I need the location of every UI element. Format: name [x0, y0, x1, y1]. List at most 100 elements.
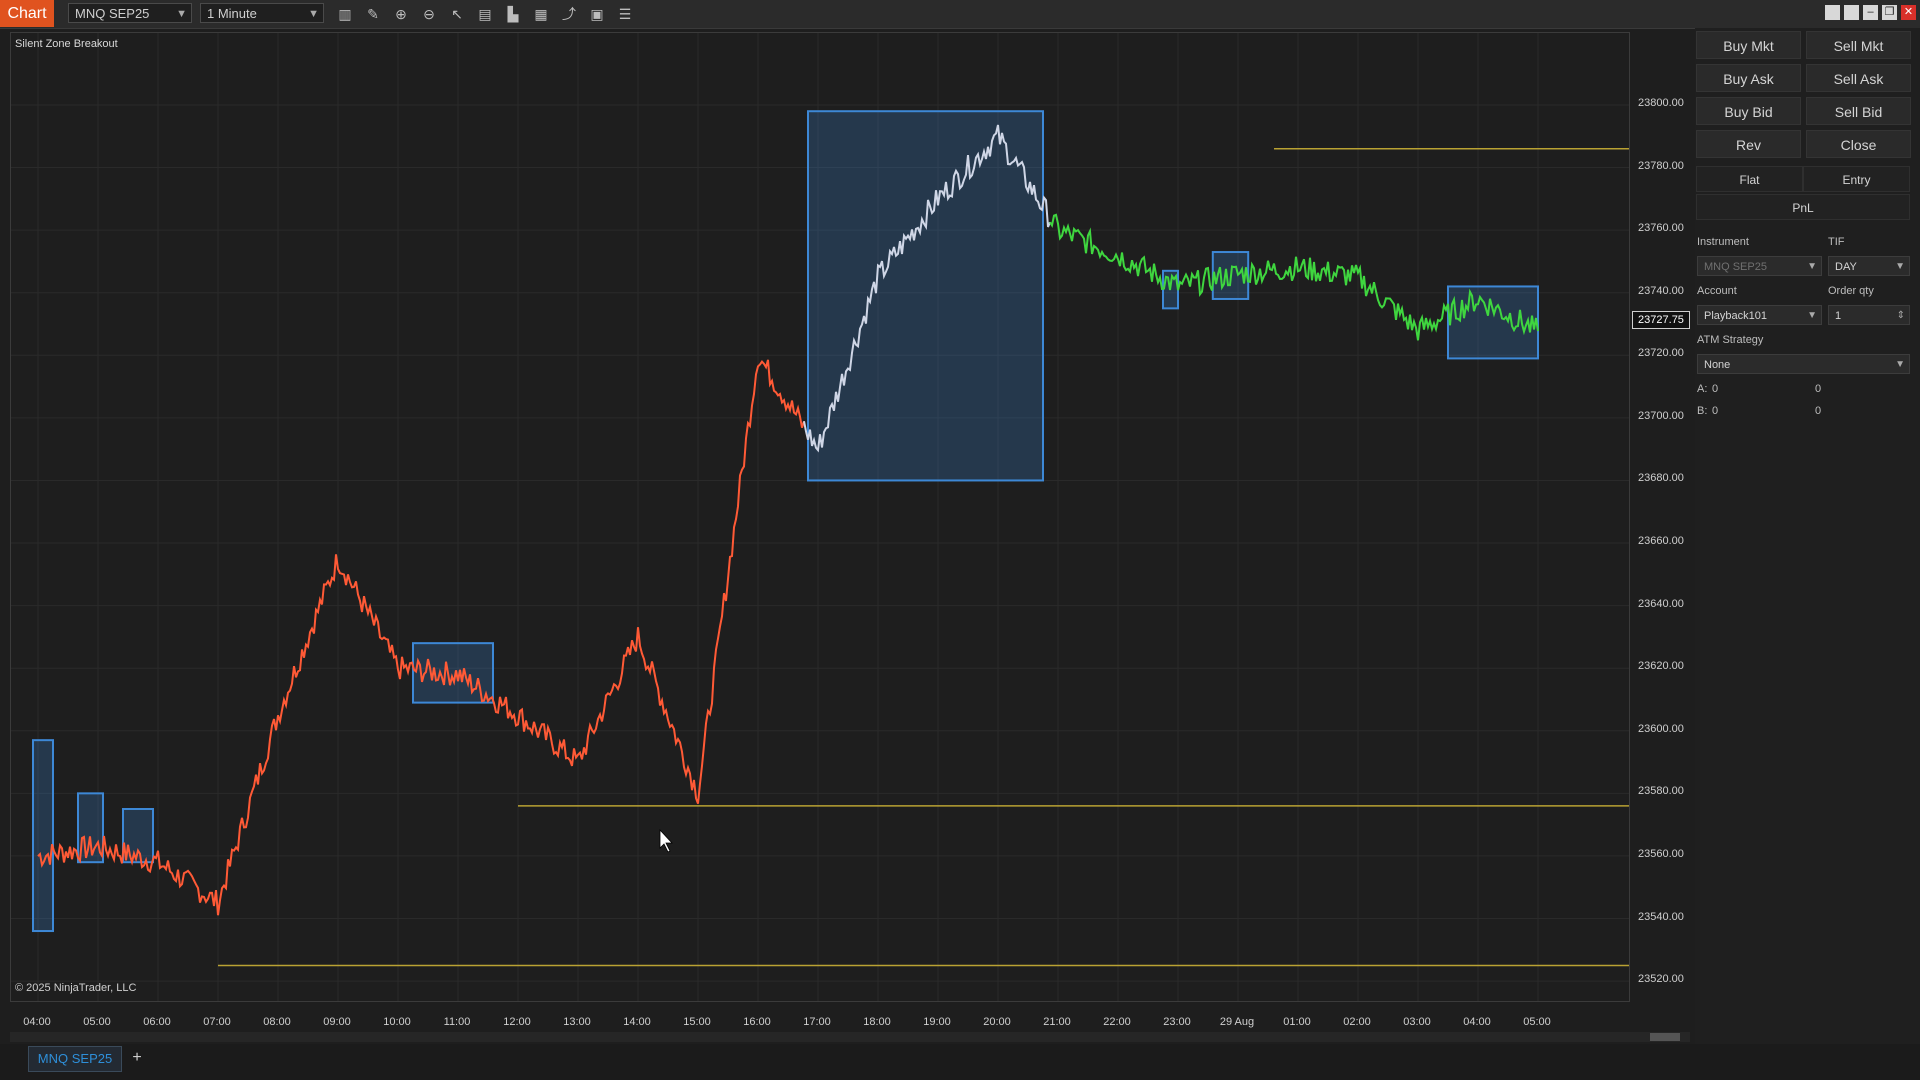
price-axis-label: 23720.00 — [1638, 347, 1684, 360]
buy-ask-button[interactable]: Buy Ask — [1696, 64, 1801, 92]
price-axis-label: 23560.00 — [1638, 847, 1684, 860]
price-axis-label: 23600.00 — [1638, 722, 1684, 735]
bar-type-icon[interactable]: ▥ — [335, 4, 355, 24]
time-axis-label: 05:00 — [83, 1016, 111, 1028]
instrument-tab[interactable]: MNQ SEP25 — [28, 1046, 122, 1072]
add-tab-button[interactable]: + — [126, 1046, 148, 1070]
sell-bid-button[interactable]: Sell Bid — [1806, 97, 1911, 125]
chevron-down-icon: ▼ — [1807, 310, 1817, 321]
scrollbar-thumb[interactable] — [1650, 1033, 1680, 1041]
time-axis-label: 04:00 — [1463, 1016, 1491, 1028]
copyright-text: © 2025 NinjaTrader, LLC — [15, 982, 137, 994]
zone-box — [807, 110, 1044, 482]
price-axis-label: 23700.00 — [1638, 409, 1684, 422]
account-select[interactable]: Playback101 ▼ — [1697, 305, 1822, 325]
time-axis-label: 07:00 — [203, 1016, 231, 1028]
time-axis-label: 06:00 — [143, 1016, 171, 1028]
sell-market-button[interactable]: Sell Mkt — [1806, 31, 1911, 59]
zone-box — [32, 739, 54, 933]
chart-toolbar: Chart MNQ SEP25 ▼ 1 Minute ▼ ▥ ✎ ⊕ ⊖ ↖ ▤… — [0, 0, 1920, 29]
time-axis-label: 05:00 — [1523, 1016, 1551, 1028]
order-qty-input[interactable]: 1 ⇕ — [1828, 305, 1910, 325]
time-axis-label: 22:00 — [1103, 1016, 1131, 1028]
strategy-title: Silent Zone Breakout — [15, 38, 118, 50]
time-axis-label: 02:00 — [1343, 1016, 1371, 1028]
close-icon[interactable]: ✕ — [1901, 5, 1916, 20]
pointer-icon[interactable]: ↖ — [447, 4, 467, 24]
mouse-cursor-icon — [659, 828, 673, 853]
instrument-field-value: MNQ SEP25 — [1704, 261, 1767, 273]
instrument-selector[interactable]: MNQ SEP25 ▼ — [68, 3, 192, 23]
properties-icon[interactable]: ▙ — [503, 4, 523, 24]
draw-tool-icon[interactable]: ✎ — [363, 4, 383, 24]
price-axis[interactable]: 23800.00 23780.00 23760.00 23740.00 23720.00… — [1630, 32, 1690, 1002]
indicators-icon[interactable]: ▦ — [531, 4, 551, 24]
close-position-button[interactable]: Close — [1806, 130, 1911, 158]
zone-box — [1447, 285, 1539, 360]
atm-strategy-select[interactable]: None ▼ — [1697, 354, 1910, 374]
price-axis-label: 23580.00 — [1638, 785, 1684, 798]
order-qty-value: 1 — [1835, 310, 1842, 322]
order-qty-label: Order qty — [1828, 285, 1874, 297]
time-axis-label: 16:00 — [743, 1016, 771, 1028]
instrument-field[interactable]: MNQ SEP25 ▼ — [1697, 256, 1822, 276]
account-label: Account — [1697, 285, 1737, 297]
buy-market-button[interactable]: Buy Mkt — [1696, 31, 1801, 59]
price-axis-label: 23760.00 — [1638, 222, 1684, 235]
toolbar-icons: ▥ ✎ ⊕ ⊖ ↖ ▤ ▙ ▦ ⤴ ▣ ☰ — [335, 4, 635, 24]
price-chart[interactable] — [10, 32, 1630, 1002]
time-axis-label: 18:00 — [863, 1016, 891, 1028]
time-axis-label: 08:00 — [263, 1016, 291, 1028]
time-axis-label: 11:00 — [443, 1016, 471, 1028]
time-axis-label: 14:00 — [623, 1016, 651, 1028]
interval-selector-label: 1 Minute — [207, 6, 257, 21]
tile-icon[interactable] — [1825, 5, 1840, 20]
price-axis-label: 23640.00 — [1638, 597, 1684, 610]
workspace-icon[interactable] — [1844, 5, 1859, 20]
time-axis-label: 19:00 — [923, 1016, 951, 1028]
interval-selector[interactable]: 1 Minute ▼ — [200, 3, 324, 23]
price-axis-label: 23620.00 — [1638, 660, 1684, 673]
list-icon[interactable]: ☰ — [615, 4, 635, 24]
zoom-in-icon[interactable]: ⊕ — [391, 4, 411, 24]
a-value: 0 — [1712, 383, 1719, 395]
qty-stepper-icon[interactable]: ⇕ — [1897, 306, 1905, 326]
chart-scrollbar[interactable] — [10, 1032, 1690, 1042]
position-status: Flat — [1696, 166, 1803, 192]
time-axis-label: 09:00 — [323, 1016, 351, 1028]
strategies-icon[interactable]: ⤴ — [559, 4, 579, 24]
buy-bid-button[interactable]: Buy Bid — [1696, 97, 1801, 125]
sell-ask-button[interactable]: Sell Ask — [1806, 64, 1911, 92]
price-axis-label: 23800.00 — [1638, 96, 1684, 109]
time-axis-label: 15:00 — [683, 1016, 711, 1028]
data-box-icon[interactable]: ▤ — [475, 4, 495, 24]
chevron-down-icon: ▼ — [1807, 261, 1817, 272]
time-axis-label: 10:00 — [383, 1016, 411, 1028]
pnl-display: PnL — [1696, 194, 1910, 220]
entry-price: Entry — [1803, 166, 1910, 192]
price-axis-label: 23520.00 — [1638, 973, 1684, 986]
time-axis-label: 03:00 — [1403, 1016, 1431, 1028]
zoom-out-icon[interactable]: ⊖ — [419, 4, 439, 24]
tif-select-value: DAY — [1835, 261, 1857, 273]
a-value-2: 0 — [1815, 383, 1822, 395]
tif-select[interactable]: DAY ▼ — [1828, 256, 1910, 276]
time-axis-label: 04:00 — [23, 1016, 51, 1028]
window-controls: – ❐ ✕ — [1825, 5, 1916, 20]
account-select-value: Playback101 — [1704, 310, 1767, 322]
chart-tab[interactable]: Chart — [0, 0, 54, 27]
time-axis-label: 20:00 — [983, 1016, 1011, 1028]
time-axis-label: 21:00 — [1043, 1016, 1071, 1028]
price-axis-label: 23680.00 — [1638, 472, 1684, 485]
minimize-icon[interactable]: – — [1863, 5, 1878, 20]
bottom-bar — [0, 1044, 1920, 1080]
atm-strategy-label: ATM Strategy — [1697, 334, 1764, 346]
reverse-button[interactable]: Rev — [1696, 130, 1801, 158]
chevron-down-icon: ▼ — [176, 8, 187, 20]
instrument-label: Instrument — [1697, 236, 1749, 248]
chart-svg — [11, 33, 1629, 1001]
restore-icon[interactable]: ❐ — [1882, 5, 1897, 20]
templates-icon[interactable]: ▣ — [587, 4, 607, 24]
time-axis-label: 29 Aug — [1219, 1016, 1255, 1028]
time-axis[interactable]: 04:00 05:00 06:00 07:00 08:00 09:00 10:00 11:00… — [10, 1002, 1630, 1028]
